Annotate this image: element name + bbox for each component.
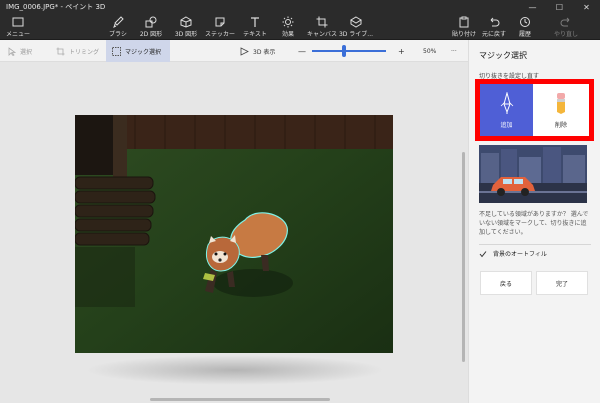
magic-select-icon <box>112 46 121 56</box>
magic-select-label: マジック選択 <box>125 48 162 56</box>
undo-icon <box>488 16 500 28</box>
tool-label: 3D ライブ... <box>338 31 374 38</box>
zoom-in-button[interactable]: + <box>398 40 405 62</box>
tool-label: 3D 図形 <box>174 31 198 38</box>
tool-redo[interactable]: やり直し <box>548 16 584 38</box>
menu-label: メニュー <box>5 31 30 38</box>
window-title: IMG_0006.JPG* - ペイント 3D <box>6 3 106 11</box>
tool-canvas[interactable]: キャンバス <box>304 16 340 38</box>
canvas-icon <box>316 16 328 28</box>
select-tool-label: 選択 <box>20 48 33 56</box>
view-3d-icon <box>240 46 249 56</box>
canvas-area[interactable] <box>0 62 468 403</box>
tool-label: 2D 図形 <box>139 31 163 38</box>
tool-2d-shapes[interactable]: 2D 図形 <box>133 16 169 38</box>
tool-sticker[interactable]: ステッカー <box>202 16 238 38</box>
add-button-label: 追加 <box>500 121 513 129</box>
autofill-label: 背景のオートフィル <box>493 251 547 258</box>
tutorial-illustration <box>479 145 587 203</box>
vertical-scrollbar[interactable] <box>462 152 465 362</box>
eraser-icon <box>557 92 565 114</box>
back-button[interactable]: 戻る <box>480 271 532 295</box>
magic-select-tool[interactable]: マジック選択 <box>106 40 170 62</box>
selection-toolbar: 選択 トリミング マジック選択 3D 表示 — + 50% ··· <box>0 40 468 62</box>
select-tool[interactable]: 選択 <box>8 40 32 62</box>
tool-history[interactable]: 履歴 <box>507 16 543 38</box>
red-panda-photo <box>75 115 393 353</box>
pen-icon <box>500 91 513 114</box>
tool-label: 貼り付け <box>451 31 476 38</box>
tool-label: やり直し <box>553 31 578 38</box>
add-button[interactable]: 追加 <box>480 84 533 136</box>
magic-select-panel: マジック選択 切り抜きを設定し直す 追加 削除 不足している領域がありますか？ … <box>468 40 600 403</box>
tool-effects[interactable]: 効果 <box>270 16 306 38</box>
window-controls: — ☐ ✕ <box>519 0 600 14</box>
zoom-level[interactable]: 50% <box>423 40 436 62</box>
panel-divider <box>479 244 591 245</box>
tool-brush[interactable]: ブラシ <box>100 16 136 38</box>
horizontal-scrollbar[interactable] <box>150 398 330 401</box>
autofill-checkbox[interactable]: 背景のオートフィル <box>479 249 547 258</box>
crop-tool[interactable]: トリミング <box>56 40 99 62</box>
history-icon <box>519 16 531 28</box>
tool-label: テキスト <box>243 31 267 38</box>
close-button[interactable]: ✕ <box>573 0 600 14</box>
cursor-icon <box>8 46 16 56</box>
canvas-shadow <box>85 355 385 385</box>
minimize-button[interactable]: — <box>519 0 546 14</box>
2d-shapes-icon <box>145 16 157 28</box>
text-icon <box>249 16 261 28</box>
menu-button[interactable]: メニュー <box>0 16 36 38</box>
tool-label: ステッカー <box>204 31 235 38</box>
zoom-out-button[interactable]: — <box>298 40 306 62</box>
tool-label: キャンバス <box>306 31 337 38</box>
crop-icon <box>56 47 65 55</box>
more-options-button[interactable]: ··· <box>451 40 457 62</box>
done-button[interactable]: 完了 <box>536 271 588 295</box>
tool-label: 効果 <box>281 31 294 38</box>
remove-button[interactable]: 削除 <box>533 84 589 136</box>
3d-shapes-icon <box>180 16 192 28</box>
photo-canvas[interactable] <box>75 115 393 353</box>
view-3d-label: 3D 表示 <box>253 48 276 56</box>
effects-icon <box>282 16 294 28</box>
checkmark-icon <box>479 250 487 257</box>
ribbon: メニュー ブラシ 2D 図形 3D 図形 ステッカー テキスト 効果 キャンバス… <box>0 14 600 40</box>
title-bar: IMG_0006.JPG* - ペイント 3D — ☐ ✕ <box>0 0 600 14</box>
zoom-slider-thumb[interactable] <box>341 45 346 57</box>
tool-label: ブラシ <box>109 31 127 38</box>
menu-icon <box>12 16 24 28</box>
tool-label: 履歴 <box>518 31 531 38</box>
zoom-slider[interactable] <box>312 40 386 62</box>
3d-library-icon <box>350 16 362 28</box>
tool-3d-library[interactable]: 3D ライブ... <box>338 16 374 38</box>
view-3d-toggle[interactable]: 3D 表示 <box>240 40 275 62</box>
remove-button-label: 削除 <box>554 121 567 129</box>
tool-text[interactable]: テキスト <box>237 16 273 38</box>
maximize-button[interactable]: ☐ <box>546 0 573 14</box>
crop-tool-label: トリミング <box>69 48 100 56</box>
help-text: 不足している領域がありますか？ 選んでいない領域をマークして、切り抜きに追加して… <box>479 211 589 236</box>
redo-icon <box>560 16 572 28</box>
zoom-slider-track <box>312 45 386 57</box>
brush-icon <box>112 16 124 28</box>
panel-title: マジック選択 <box>479 51 527 60</box>
tool-3d-shapes[interactable]: 3D 図形 <box>168 16 204 38</box>
tool-label: 元に戻す <box>481 31 506 38</box>
paste-icon <box>458 16 470 28</box>
sticker-icon <box>214 16 226 28</box>
